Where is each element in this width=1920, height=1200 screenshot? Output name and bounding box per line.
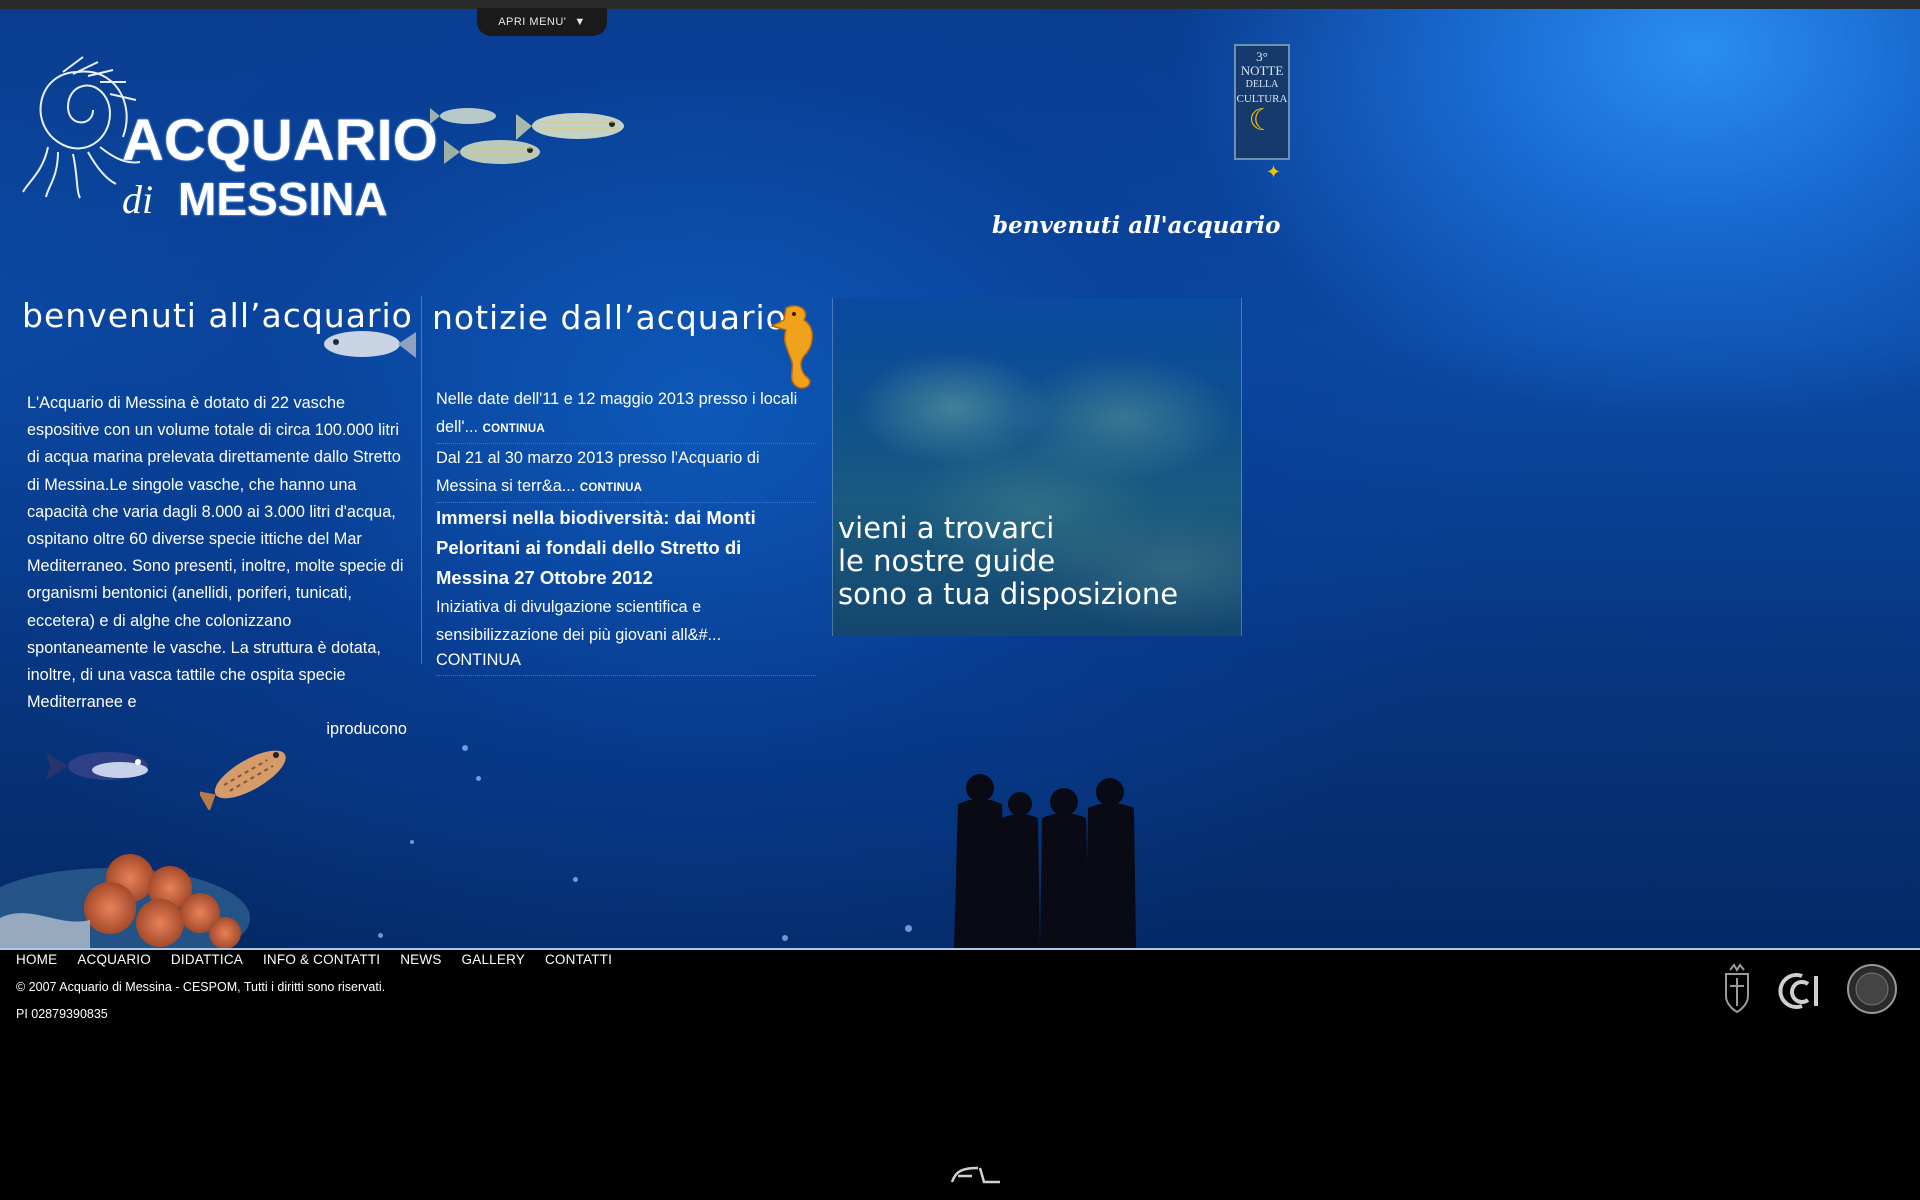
cnr-logo-icon [1778, 973, 1818, 1009]
continue-link[interactable]: CONTINUA [483, 423, 545, 435]
promo-line-1: vieni a trovarci [838, 511, 1055, 545]
footer-link-contatti[interactable]: CONTATTI [545, 952, 612, 967]
open-menu-label: APRI MENU' [498, 16, 567, 28]
promo-line-2: le nostre guide [838, 544, 1056, 578]
site-logo[interactable]: ACQUARIO di MESSINA [18, 52, 438, 222]
badge-box: 3° NOTTE DELLA CULTURA ☾ [1234, 44, 1290, 160]
footer-link-news[interactable]: NEWS [400, 952, 441, 967]
news-list: Nelle date dell'11 e 12 maggio 2013 pres… [436, 385, 816, 676]
culture-night-badge[interactable]: 3° NOTTE DELLA CULTURA ☾ ✦ [1234, 44, 1290, 184]
silver-fish-icon [324, 331, 416, 358]
page: APRI MENU' ▼ ACQUARIO di MESSINA 3° NOTT… [0, 0, 1920, 1200]
footer-link-home[interactable]: HOME [16, 952, 57, 967]
promo-line-3: sono a tua disposizione [838, 577, 1179, 611]
bubble [476, 776, 481, 781]
vat-number: PI 02879390835 [16, 1007, 108, 1021]
copyright-text: © 2007 Acquario di Messina - CESPOM, Tut… [16, 980, 386, 994]
logo-acquario-text: ACQUARIO [122, 108, 438, 173]
caret-down-icon: ▼ [574, 16, 586, 28]
footer-divider [0, 948, 1920, 950]
continue-link[interactable]: CONTINUA [436, 649, 816, 671]
badge-number: 3° [1256, 49, 1268, 64]
top-strip [0, 0, 1920, 9]
news-item[interactable]: Nelle date dell'11 e 12 maggio 2013 pres… [436, 385, 816, 444]
welcome-paragraph: L'Acquario di Messina è dotato di 22 vas… [27, 394, 404, 712]
visitors-silhouette-image [954, 774, 1136, 948]
welcome-heading: benvenuti all'acquario [992, 212, 1281, 239]
university-seal-icon [1847, 964, 1897, 1014]
badge-line1: NOTTE [1240, 63, 1284, 78]
news-item-title[interactable]: Immersi nella biodiversità: dai Monti Pe… [436, 503, 816, 593]
open-menu-button[interactable]: APRI MENU' ▼ [477, 8, 607, 36]
logo-messina-text: MESSINA [178, 173, 388, 225]
bubble [782, 935, 788, 941]
fl-logo-icon [950, 1166, 1000, 1184]
blue-fish-icon [46, 752, 148, 780]
news-column-title: notizie dall’acquario [432, 298, 787, 337]
welcome-text: L'Acquario di Messina è dotato di 22 vas… [27, 390, 407, 744]
partner-logos [1725, 963, 1897, 1014]
footer-link-gallery[interactable]: GALLERY [462, 952, 525, 967]
news-item-text: Iniziativa di divulgazione scientifica e… [436, 598, 722, 644]
bubble [462, 745, 468, 751]
grouper-fish-icon [200, 750, 286, 810]
header-fish-group-icon [430, 108, 624, 164]
seahorse-icon [769, 305, 813, 389]
bubble [410, 840, 414, 844]
news-item[interactable]: Immersi nella biodiversità: dai Monti Pe… [436, 503, 816, 676]
badge-line2: DELLA [1245, 79, 1279, 90]
continue-link[interactable]: CONTINUA [580, 482, 642, 494]
promo-text: vieni a trovarci le nostre guide sono a … [838, 512, 1178, 611]
news-item[interactable]: Dal 21 al 30 marzo 2013 presso l'Acquari… [436, 444, 816, 503]
bubble [905, 925, 912, 932]
star-icon: ✦ [1266, 162, 1282, 182]
logo-di-text: di [122, 177, 154, 222]
moon-icon: ☾ [1248, 104, 1276, 137]
city-crest-icon [1725, 963, 1749, 1014]
coral-reef-image [0, 854, 250, 948]
footer-link-acquario[interactable]: ACQUARIO [77, 952, 151, 967]
footer-nav: HOME ACQUARIO DIDATTICA INFO & CONTATTI … [16, 952, 612, 967]
bubble [378, 933, 383, 938]
footer-link-info-contatti[interactable]: INFO & CONTATTI [263, 952, 380, 967]
footer-link-didattica[interactable]: DIDATTICA [171, 952, 243, 967]
bubble [573, 877, 578, 882]
column-divider [421, 296, 422, 664]
